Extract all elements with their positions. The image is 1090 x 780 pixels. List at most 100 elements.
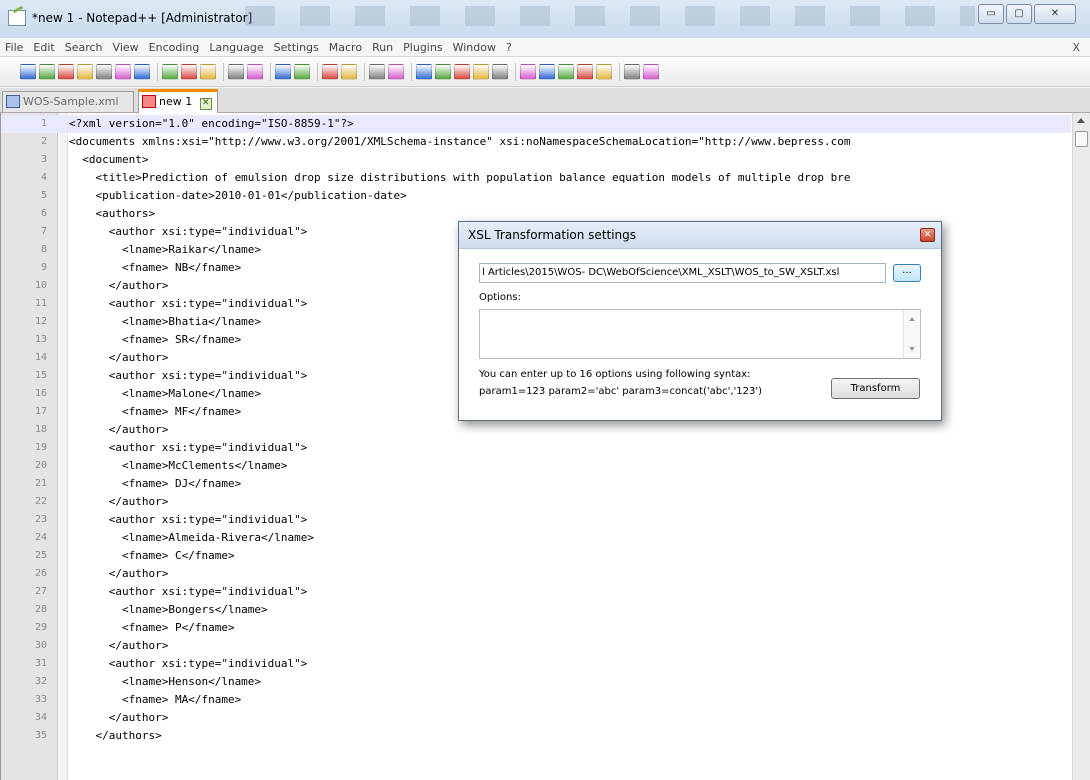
find-icon[interactable] <box>275 63 291 80</box>
word-wrap-icon[interactable] <box>416 63 432 80</box>
replace-icon[interactable] <box>294 63 310 80</box>
scroll-thumb[interactable] <box>1075 131 1088 147</box>
code-lines[interactable]: 1 <?xml version="1.0" encoding="ISO-8859-… <box>1 115 1071 745</box>
unsaved-file-icon <box>142 95 156 108</box>
xsl-file-path-input[interactable]: l Articles\2015\WOS- DC\WebOfScience\XML… <box>479 263 886 283</box>
close-icon[interactable] <box>96 63 112 80</box>
copy-icon[interactable] <box>181 63 197 80</box>
code-line[interactable]: 20 <lname>McClements</lname> <box>1 457 1071 475</box>
line-number: 7 <box>40 226 47 237</box>
undo-icon[interactable] <box>228 63 244 80</box>
menu-window[interactable]: Window <box>448 41 501 54</box>
menu-plugins[interactable]: Plugins <box>398 41 447 54</box>
line-number: 23 <box>34 514 47 525</box>
record-macro-icon[interactable] <box>520 63 536 80</box>
spell-check-icon[interactable] <box>624 63 640 80</box>
function-list-icon[interactable] <box>492 63 508 80</box>
menu-encoding[interactable]: Encoding <box>144 41 205 54</box>
cut-icon[interactable] <box>162 63 178 80</box>
xsl-transformation-dialog: XSL Transformation settings ✕ l Articles… <box>458 221 942 421</box>
play-macro-icon[interactable] <box>558 63 574 80</box>
line-number: 6 <box>40 208 47 219</box>
close-window-button[interactable]: ✕ <box>1034 4 1076 24</box>
code-line[interactable]: 4 <title>Prediction of emulsion drop siz… <box>1 169 1071 187</box>
indent-guide-icon[interactable] <box>454 63 470 80</box>
zoom-in-icon[interactable] <box>322 63 338 80</box>
menu-search[interactable]: Search <box>60 41 108 54</box>
print-icon[interactable] <box>134 63 150 80</box>
xml-tools-icon[interactable] <box>643 63 659 80</box>
options-textarea[interactable] <box>479 309 921 359</box>
run-macro-multi-icon[interactable] <box>577 63 593 80</box>
save-all-icon[interactable] <box>77 63 93 80</box>
scroll-up-icon[interactable] <box>909 317 915 321</box>
save-macro-icon[interactable] <box>596 63 612 80</box>
tab-close-icon[interactable]: ✕ <box>199 98 212 110</box>
line-number: 2 <box>40 136 47 147</box>
line-number: 10 <box>34 280 47 291</box>
menu-macro[interactable]: Macro <box>324 41 367 54</box>
sync-vertical-icon[interactable] <box>369 63 385 80</box>
code-line[interactable]: 35 </authors> <box>1 727 1071 745</box>
code-line[interactable]: 1 <?xml version="1.0" encoding="ISO-8859-… <box>1 115 1071 133</box>
line-text: </author> <box>69 351 169 364</box>
stop-macro-icon[interactable] <box>539 63 555 80</box>
code-line[interactable]: 29 <fname> P</fname> <box>1 619 1071 637</box>
tab-new-1[interactable]: new 1 ✕ <box>138 89 218 113</box>
code-line[interactable]: 30 </author> <box>1 637 1071 655</box>
code-line[interactable]: 32 <lname>Henson</lname> <box>1 673 1071 691</box>
browse-button[interactable]: ... <box>893 264 921 282</box>
all-chars-icon[interactable] <box>435 63 451 80</box>
code-line[interactable]: 34 </author> <box>1 709 1071 727</box>
user-lang-icon[interactable] <box>473 63 489 80</box>
code-line[interactable]: 19 <author xsi:type="individual"> <box>1 439 1071 457</box>
menu-language[interactable]: Language <box>204 41 268 54</box>
toolbar-separator <box>411 62 412 81</box>
options-scrollbar[interactable] <box>903 310 920 358</box>
menu-view[interactable]: View <box>108 41 144 54</box>
menu-run[interactable]: Run <box>367 41 398 54</box>
redo-icon[interactable] <box>247 63 263 80</box>
close-document-menu-button[interactable]: X <box>1072 41 1080 54</box>
scroll-up-icon[interactable] <box>1077 118 1085 123</box>
code-line[interactable]: 26 </author> <box>1 565 1071 583</box>
minimize-button[interactable]: ▭ <box>978 4 1004 24</box>
menu-settings[interactable]: Settings <box>269 41 324 54</box>
toolbar-separator <box>270 62 271 81</box>
open-file-icon[interactable] <box>39 63 55 80</box>
code-line[interactable]: 31 <author xsi:type="individual"> <box>1 655 1071 673</box>
code-line[interactable]: 2 <documents xmlns:xsi="http://www.w3.org… <box>1 133 1071 151</box>
code-line[interactable]: 24 <lname>Almeida-Rivera</lname> <box>1 529 1071 547</box>
sync-horizontal-icon[interactable] <box>388 63 404 80</box>
tab-wos-sample[interactable]: WOS-Sample.xml ✕ <box>2 91 134 130</box>
line-text: <lname>Malone</lname> <box>69 387 262 400</box>
save-icon[interactable] <box>58 63 74 80</box>
maximize-button[interactable]: ▢ <box>1006 4 1032 24</box>
code-line[interactable]: 5 <publication-date>2010-01-01</publicat… <box>1 187 1071 205</box>
code-line[interactable]: 23 <author xsi:type="individual"> <box>1 511 1071 529</box>
close-all-icon[interactable] <box>115 63 131 80</box>
scroll-down-icon[interactable] <box>909 347 915 351</box>
code-line[interactable]: 18 </author> <box>1 421 1071 439</box>
menu-help[interactable]: ? <box>501 41 517 54</box>
code-line[interactable]: 33 <fname> MA</fname> <box>1 691 1071 709</box>
code-line[interactable]: 22 </author> <box>1 493 1071 511</box>
menu-edit[interactable]: Edit <box>28 41 59 54</box>
zoom-out-icon[interactable] <box>341 63 357 80</box>
background-ribbon-ghost <box>245 6 975 26</box>
code-line[interactable]: 27 <author xsi:type="individual"> <box>1 583 1071 601</box>
code-line[interactable]: 28 <lname>Bongers</lname> <box>1 601 1071 619</box>
code-line[interactable]: 21 <fname> DJ</fname> <box>1 475 1071 493</box>
line-text: <lname>Henson</lname> <box>69 675 262 688</box>
code-line[interactable]: 3 <document> <box>1 151 1071 169</box>
code-line[interactable]: 25 <fname> C</fname> <box>1 547 1071 565</box>
editor-area[interactable]: 1 <?xml version="1.0" encoding="ISO-8859-… <box>0 113 1090 780</box>
new-file-icon[interactable] <box>20 63 36 80</box>
paste-icon[interactable] <box>200 63 216 80</box>
menu-file[interactable]: File <box>0 41 28 54</box>
dialog-close-button[interactable]: ✕ <box>920 228 935 242</box>
line-text: </author> <box>69 423 169 436</box>
vertical-scrollbar[interactable] <box>1072 113 1090 780</box>
line-text: <author xsi:type="individual"> <box>69 441 308 454</box>
transform-button[interactable]: Transform <box>831 378 920 399</box>
